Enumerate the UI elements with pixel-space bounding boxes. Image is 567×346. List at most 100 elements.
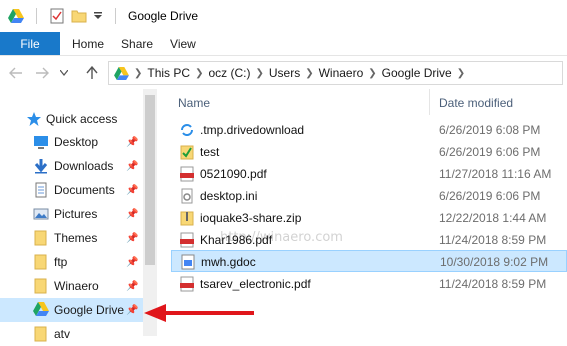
pin-icon[interactable]: 📌 bbox=[126, 185, 138, 196]
file-date: 6/26/2019 6:08 PM bbox=[439, 123, 541, 137]
column-divider[interactable] bbox=[429, 89, 430, 115]
file-name: test bbox=[200, 145, 220, 159]
pin-icon[interactable]: 📌 bbox=[126, 257, 138, 268]
sidebar-item-documents[interactable]: Documents 📌 bbox=[0, 178, 143, 202]
column-headers: Name Date modified bbox=[157, 89, 567, 115]
sidebar-item-label: Documents bbox=[54, 183, 115, 197]
file-name: desktop.ini bbox=[200, 189, 258, 203]
breadcrumb-google-drive[interactable]: Google Drive bbox=[382, 66, 452, 80]
chevron-right-icon[interactable]: ❯ bbox=[457, 68, 465, 79]
pin-icon[interactable]: 📌 bbox=[126, 209, 138, 220]
table-row[interactable]: ioquake3-share.zip 12/22/2018 1:44 AM bbox=[171, 207, 567, 229]
table-row[interactable]: 0521090.pdf 11/27/2018 11:16 AM bbox=[171, 163, 567, 185]
documents-icon bbox=[33, 182, 49, 198]
chevron-right-icon[interactable]: ❯ bbox=[368, 68, 376, 79]
sidebar-item-label: ftp bbox=[54, 255, 68, 269]
ini-file-icon bbox=[179, 188, 195, 204]
quick-access-toolbar bbox=[0, 8, 122, 24]
sidebar-item-pictures[interactable]: Pictures 📌 bbox=[0, 202, 143, 226]
pin-icon[interactable]: 📌 bbox=[126, 161, 138, 172]
pdf-icon bbox=[179, 166, 195, 182]
breadcrumb-drive[interactable]: ocz (C:) bbox=[208, 66, 250, 80]
table-row[interactable]: desktop.ini 6/26/2019 6:06 PM bbox=[171, 185, 567, 207]
sidebar-item-label: Downloads bbox=[54, 159, 114, 173]
tab-share[interactable]: Share bbox=[119, 32, 168, 55]
chevron-right-icon[interactable]: ❯ bbox=[195, 68, 203, 79]
chevron-right-icon[interactable]: ❯ bbox=[134, 68, 142, 79]
desktop-icon bbox=[33, 134, 49, 150]
file-name: 0521090.pdf bbox=[200, 167, 267, 181]
sidebar-item-label: Desktop bbox=[54, 135, 99, 149]
column-header-name[interactable]: Name bbox=[178, 96, 210, 110]
table-row[interactable]: tsarev_electronic.pdf 11/24/2018 8:59 PM bbox=[171, 273, 567, 295]
google-drive-icon bbox=[8, 8, 24, 24]
file-name: .tmp.drivedownload bbox=[200, 123, 305, 137]
navigation-pane: Quick access Desktop 📌 Downloads 📌 Docum… bbox=[0, 89, 157, 342]
folder-icon bbox=[33, 230, 49, 246]
new-folder-icon[interactable] bbox=[71, 8, 87, 24]
tab-home[interactable]: Home bbox=[60, 32, 119, 55]
sidebar-item-label: Winaero bbox=[54, 279, 99, 293]
table-row-selected[interactable]: mwh.gdoc 10/30/2018 9:02 PM bbox=[171, 250, 567, 272]
chevron-right-icon[interactable]: ❯ bbox=[255, 68, 263, 79]
sidebar-item-label: Google Drive bbox=[54, 303, 125, 317]
chevron-right-icon[interactable]: ❯ bbox=[305, 68, 313, 79]
file-name: mwh.gdoc bbox=[201, 255, 256, 269]
ribbon: File Home Share View bbox=[0, 32, 567, 56]
file-name: tsarev_electronic.pdf bbox=[200, 277, 311, 291]
address-bar[interactable]: ❯ This PC ❯ ocz (C:) ❯ Users ❯ Winaero ❯… bbox=[108, 61, 563, 85]
window-title: Google Drive bbox=[128, 9, 199, 23]
pictures-icon bbox=[33, 206, 49, 222]
sidebar-item-desktop[interactable]: Desktop 📌 bbox=[0, 130, 143, 154]
google-drive-icon bbox=[113, 65, 129, 81]
sidebar-item-atv[interactable]: atv bbox=[0, 322, 143, 346]
sidebar-item-label: atv bbox=[54, 327, 71, 341]
file-list: Name Date modified .tmp.drivedownload 6/… bbox=[157, 89, 567, 336]
pin-icon[interactable]: 📌 bbox=[126, 281, 138, 292]
back-arrow-icon[interactable] bbox=[6, 63, 26, 83]
file-date: 6/26/2019 6:06 PM bbox=[439, 145, 541, 159]
properties-icon[interactable] bbox=[49, 8, 65, 24]
sidebar-item-label: Quick access bbox=[46, 112, 118, 126]
red-arrow-annotation bbox=[144, 304, 254, 322]
tab-file[interactable]: File bbox=[0, 32, 60, 55]
recent-locations-icon[interactable] bbox=[58, 63, 70, 83]
column-header-date[interactable]: Date modified bbox=[439, 96, 513, 110]
separator bbox=[115, 8, 116, 24]
sidebar-item-downloads[interactable]: Downloads 📌 bbox=[0, 154, 143, 178]
tab-view[interactable]: View bbox=[168, 32, 211, 55]
pdf-icon bbox=[179, 232, 195, 248]
folder-icon bbox=[33, 326, 49, 342]
table-row[interactable]: test 6/26/2019 6:06 PM bbox=[171, 141, 567, 163]
sidebar-item-themes[interactable]: Themes 📌 bbox=[0, 226, 143, 250]
expand-chevron-icon[interactable] bbox=[6, 111, 16, 127]
separator bbox=[36, 8, 37, 24]
breadcrumb-users[interactable]: Users bbox=[269, 66, 300, 80]
sidebar-item-ftp[interactable]: ftp 📌 bbox=[0, 250, 143, 274]
sidebar-item-winaero[interactable]: Winaero 📌 bbox=[0, 274, 143, 298]
sidebar-item-quick-access[interactable]: Quick access bbox=[0, 107, 143, 131]
pin-icon[interactable]: 📌 bbox=[126, 233, 138, 244]
sidebar-item-google-drive[interactable]: Google Drive 📌 bbox=[0, 298, 143, 322]
up-arrow-icon[interactable] bbox=[82, 63, 102, 83]
pdf-icon bbox=[179, 276, 195, 292]
gdoc-icon bbox=[180, 254, 196, 270]
sidebar-scrollbar[interactable] bbox=[143, 89, 157, 336]
file-name: ioquake3-share.zip bbox=[200, 211, 302, 225]
file-date: 11/24/2018 8:59 PM bbox=[439, 277, 547, 291]
sync-folder-icon bbox=[179, 122, 195, 138]
file-date: 10/30/2018 9:02 PM bbox=[440, 255, 549, 269]
forward-arrow-icon[interactable] bbox=[32, 63, 52, 83]
pin-icon[interactable]: 📌 bbox=[126, 305, 138, 316]
file-date: 11/24/2018 8:59 PM bbox=[439, 233, 547, 247]
scrollbar-thumb[interactable] bbox=[145, 95, 155, 265]
navigation-bar: ❯ This PC ❯ ocz (C:) ❯ Users ❯ Winaero ❯… bbox=[0, 57, 567, 89]
pin-icon[interactable]: 📌 bbox=[126, 137, 138, 148]
table-row[interactable]: .tmp.drivedownload 6/26/2019 6:08 PM bbox=[171, 119, 567, 141]
customize-toolbar-icon[interactable] bbox=[93, 8, 103, 24]
breadcrumb-winaero[interactable]: Winaero bbox=[319, 66, 364, 80]
folder-icon bbox=[33, 278, 49, 294]
folder-icon bbox=[33, 254, 49, 270]
zip-icon bbox=[179, 210, 195, 226]
breadcrumb-this-pc[interactable]: This PC bbox=[147, 66, 190, 80]
